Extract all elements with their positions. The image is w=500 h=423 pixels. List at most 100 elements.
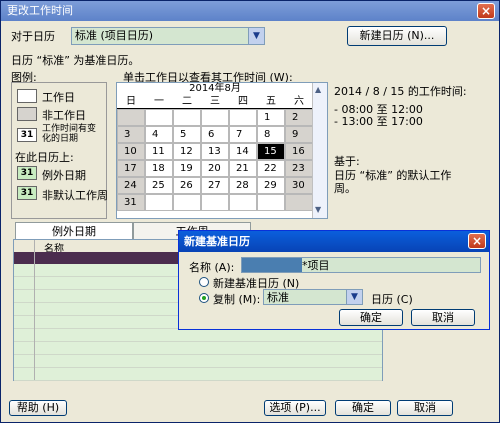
options-button[interactable]: 选项 (P)...: [264, 400, 326, 416]
calendar-day[interactable]: 4: [145, 126, 173, 143]
dialog-name-input[interactable]: *项目: [241, 257, 481, 273]
calendar-day[interactable]: 30: [285, 177, 313, 194]
work-time-heading: 2014 / 8 / 15 的工作时间:: [334, 85, 467, 98]
calendar-day-empty: [173, 109, 201, 126]
window-titlebar: 更改工作时间 ×: [1, 1, 499, 21]
legend-swatch-nonworking: [17, 107, 37, 121]
ok-button[interactable]: 确定: [335, 400, 391, 416]
calendar-day[interactable]: 29: [257, 177, 285, 194]
dialog-title: 新建基准日历: [184, 235, 250, 248]
calendar-day[interactable]: 13: [201, 143, 229, 160]
calendar-day[interactable]: 19: [173, 160, 201, 177]
calendar-scrollbar[interactable]: ▲ ▼: [312, 83, 327, 218]
table-row[interactable]: [14, 368, 382, 381]
calendar-day[interactable]: 22: [257, 160, 285, 177]
dialog-name-value: *项目: [302, 259, 330, 272]
calendar-day[interactable]: 14: [229, 143, 257, 160]
calendar-day-empty: [117, 109, 145, 126]
close-icon[interactable]: ×: [477, 3, 495, 19]
calendar-day[interactable]: 23: [285, 160, 313, 177]
calendar-select-value: 标准 (项目日历): [75, 29, 154, 42]
close-icon[interactable]: ×: [468, 233, 486, 249]
chevron-down-icon[interactable]: ▼: [315, 205, 321, 214]
radio-new-base[interactable]: [199, 277, 209, 287]
calendar-day-empty: [285, 194, 313, 211]
dialog-copy-select[interactable]: 标准 ▼: [263, 289, 363, 305]
dialog-titlebar: 新建基准日历 ×: [179, 231, 489, 252]
calendar-day-empty: [229, 109, 257, 126]
weekday-header: 六: [285, 95, 313, 109]
legend-label-nonworking: 非工作日: [42, 109, 86, 122]
calendar-day[interactable]: 7: [229, 126, 257, 143]
calendar-day-empty: [173, 194, 201, 211]
legend-label-nondefault-week: 非默认工作周: [42, 189, 108, 202]
table-row[interactable]: [14, 342, 382, 355]
calendar-day[interactable]: 17: [117, 160, 145, 177]
chevron-down-icon[interactable]: ▼: [248, 28, 264, 44]
calendar-day-empty: [229, 194, 257, 211]
dialog-option-copy: 复制 (M):: [213, 293, 261, 306]
legend-on-this-calendar: 在此日历上:: [15, 151, 74, 164]
legend-label-exception: 例外日期: [42, 169, 86, 182]
dialog-copy-suffix: 日历 (C): [371, 293, 413, 306]
legend-label-working: 工作日: [42, 91, 75, 104]
chevron-down-icon[interactable]: ▼: [346, 290, 362, 304]
legend-swatch-exception: 31: [17, 166, 37, 180]
calendar-day[interactable]: 21: [229, 160, 257, 177]
calendar-grid[interactable]: 2014年8月 日一二三四五六 1 2 3 4 5 6 7 8 9 10 11 12 13 14 15 16 17…: [116, 82, 328, 219]
help-button[interactable]: 帮助 (H): [9, 400, 67, 416]
radio-copy[interactable]: [199, 293, 209, 303]
dialog-cancel-button[interactable]: 取消: [411, 309, 475, 326]
grid-divider: [34, 240, 35, 380]
calendar-day[interactable]: 25: [145, 177, 173, 194]
calendar-day[interactable]: 16: [285, 143, 313, 160]
new-calendar-button[interactable]: 新建日历 (N)...: [347, 26, 447, 46]
based-on-label: 基于:: [334, 155, 360, 168]
chevron-up-icon[interactable]: ▲: [315, 85, 321, 94]
calendar-day[interactable]: 26: [173, 177, 201, 194]
weekday-header: 三: [201, 95, 229, 109]
legend-swatch-working: [17, 89, 37, 103]
dialog-ok-button[interactable]: 确定: [339, 309, 403, 326]
calendar-day[interactable]: 28: [229, 177, 257, 194]
calendar-day[interactable]: 11: [145, 143, 173, 160]
weekday-header: 一: [145, 95, 173, 109]
tab-exceptions[interactable]: 例外日期: [15, 222, 133, 240]
calendar-select[interactable]: 标准 (项目日历) ▼: [71, 27, 265, 45]
calendar-day[interactable]: 24: [117, 177, 145, 194]
dialog-name-label: 名称 (A):: [189, 261, 235, 274]
legend-label-changed: 工作时间有变化的日期: [42, 124, 97, 144]
calendar-month: 2014年8月: [189, 83, 241, 94]
calendar-day[interactable]: 3: [117, 126, 145, 143]
dialog-copy-value: 标准: [267, 291, 289, 304]
calendar-day[interactable]: 12: [173, 143, 201, 160]
calendar-day[interactable]: 6: [201, 126, 229, 143]
calendar-day[interactable]: 27: [201, 177, 229, 194]
calendar-day[interactable]: 9: [285, 126, 313, 143]
for-calendar-label: 对于日历: [11, 30, 55, 43]
calendar-day[interactable]: 5: [173, 126, 201, 143]
weekday-header: 日: [117, 95, 145, 109]
calendar-day-empty: [145, 109, 173, 126]
calendar-day[interactable]: 2: [285, 109, 313, 126]
calendar-day[interactable]: 31: [117, 194, 145, 211]
based-on-text: 日历 “标准” 的默认工作周。: [334, 169, 452, 195]
calendar-day[interactable]: 20: [201, 160, 229, 177]
calendar-day[interactable]: 10: [117, 143, 145, 160]
calendar-day[interactable]: 1: [257, 109, 285, 126]
table-row[interactable]: [14, 329, 382, 342]
change-working-time-window: 更改工作时间 × 对于日历 标准 (项目日历) ▼ 新建日历 (N)... 日历…: [0, 0, 500, 423]
legend-swatch-changed: 31: [17, 128, 37, 142]
weekday-header: 四: [229, 95, 257, 109]
work-time-slot-2: - 13:00 至 17:00: [334, 115, 423, 128]
calendar-day[interactable]: 8: [257, 126, 285, 143]
calendar-day[interactable]: 15: [257, 143, 285, 160]
legend-swatch-nondefault-week: 31: [17, 186, 37, 200]
calendar-day[interactable]: 18: [145, 160, 173, 177]
calendar-day-empty: [145, 194, 173, 211]
calendar-day-empty: [257, 194, 285, 211]
cancel-button[interactable]: 取消: [397, 400, 453, 416]
table-row[interactable]: [14, 355, 382, 368]
base-calendar-note: 日历 “标准” 为基准日历。: [11, 54, 140, 67]
window-title: 更改工作时间: [7, 4, 73, 17]
